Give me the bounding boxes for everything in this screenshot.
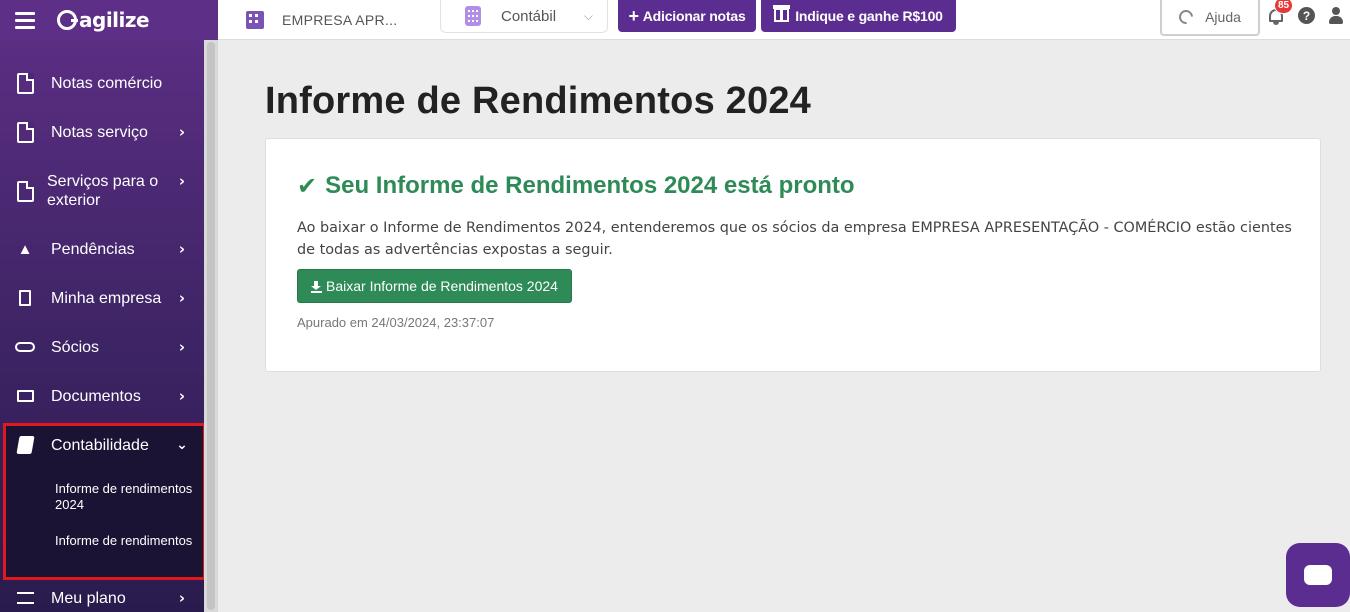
sidebar-item-notas-comercio[interactable]: Notas comércio bbox=[0, 61, 204, 105]
check-icon: ✔ bbox=[297, 172, 318, 200]
download-button[interactable]: Baixar Informe de Rendimentos 2024 bbox=[297, 269, 572, 303]
chevron-right-icon: › bbox=[178, 123, 186, 141]
add-notes-label: Adicionar notas bbox=[642, 8, 746, 24]
sidebar: Notas comércio Notas serviço › Serviços … bbox=[0, 0, 204, 612]
download-label: Baixar Informe de Rendimentos 2024 bbox=[326, 278, 558, 294]
referral-label: Indique e ganhe R$100 bbox=[795, 8, 943, 24]
logo[interactable]: agilize bbox=[57, 8, 150, 32]
book-icon bbox=[15, 434, 35, 456]
sidebar-item-label: Documentos bbox=[51, 387, 141, 405]
document-icon bbox=[15, 180, 35, 202]
sidebar-item-label: Serviços para o exterior bbox=[47, 173, 159, 209]
topbar: EMPRESA APR... Contábil ⌵ + Adicionar no… bbox=[218, 0, 1350, 40]
logo-mark-icon bbox=[57, 10, 78, 30]
sidebar-item-label: Minha empresa bbox=[51, 289, 162, 307]
help-label: Ajuda bbox=[1205, 9, 1241, 25]
sidebar-item-pendencias[interactable]: ▲ Pendências › bbox=[0, 227, 204, 271]
chevron-down-icon: ⌄ bbox=[176, 437, 188, 453]
folder-open-icon bbox=[15, 385, 35, 407]
sidebar-subitem-informe[interactable]: Informe de rendimentos bbox=[55, 533, 195, 549]
warning-icon: ▲ bbox=[17, 240, 33, 258]
company-name: EMPRESA APR... bbox=[282, 12, 398, 28]
company-selector[interactable]: EMPRESA APR... bbox=[246, 7, 397, 33]
sidebar-item-label: Sócios bbox=[51, 338, 100, 356]
scrollbar-thumb[interactable] bbox=[207, 42, 215, 610]
chat-button[interactable] bbox=[1286, 543, 1350, 607]
calculator-icon bbox=[465, 6, 481, 26]
sidebar-item-socios[interactable]: Sócios › bbox=[0, 325, 204, 369]
sidebar-item-contabilidade[interactable]: Contabilidade ⌄ bbox=[0, 423, 204, 467]
sliders-icon bbox=[15, 587, 35, 609]
module-select[interactable]: Contábil ⌵ bbox=[440, 0, 608, 33]
sidebar-item-notas-servico[interactable]: Notas serviço › bbox=[0, 110, 204, 154]
chevron-right-icon: › bbox=[178, 589, 186, 607]
sidebar-item-documentos[interactable]: Documentos › bbox=[0, 374, 204, 418]
menu-icon[interactable] bbox=[15, 12, 35, 29]
document-icon bbox=[15, 72, 35, 94]
sidebar-item-servicos-exterior[interactable]: Serviços para o exterior › bbox=[0, 168, 204, 214]
gift-icon bbox=[773, 5, 791, 22]
logo-text: agilize bbox=[79, 8, 150, 32]
sidebar-item-meu-plano[interactable]: Meu plano › bbox=[0, 576, 204, 612]
user-icon[interactable] bbox=[1328, 7, 1344, 25]
referral-button[interactable]: Indique e ganhe R$100 bbox=[761, 0, 956, 32]
add-notes-button[interactable]: + Adicionar notas bbox=[618, 0, 756, 32]
sidebar-item-label: Notas serviço bbox=[51, 123, 148, 141]
sidebar-item-label: Notas comércio bbox=[51, 74, 163, 92]
building-icon bbox=[15, 287, 35, 309]
chevron-right-icon: › bbox=[178, 387, 186, 405]
sidebar-item-label: Contabilidade bbox=[51, 436, 149, 454]
chevron-down-icon: ⌵ bbox=[583, 8, 593, 23]
page-title: Informe de Rendimentos 2024 bbox=[265, 80, 811, 122]
chevron-right-icon: › bbox=[178, 338, 186, 356]
chevron-right-icon: › bbox=[178, 172, 186, 190]
plus-icon: + bbox=[628, 5, 639, 26]
informe-card: ✔ Seu Informe de Rendimentos 2024 está p… bbox=[265, 138, 1321, 372]
document-icon bbox=[15, 121, 35, 143]
chevron-right-icon: › bbox=[178, 289, 186, 307]
handshake-icon bbox=[15, 336, 35, 358]
card-heading-text: Seu Informe de Rendimentos 2024 está pro… bbox=[325, 172, 855, 199]
notification-badge: 85 bbox=[1274, 0, 1294, 14]
help-refresh-icon bbox=[1176, 7, 1196, 27]
download-icon bbox=[311, 281, 323, 293]
question-icon[interactable]: ? bbox=[1298, 7, 1315, 24]
building-icon bbox=[246, 11, 264, 29]
module-select-value: Contábil bbox=[501, 7, 557, 25]
card-description: Ao baixar o Informe de Rendimentos 2024,… bbox=[297, 220, 1292, 258]
sidebar-item-label: Pendências bbox=[51, 240, 135, 258]
logo-bar: agilize bbox=[0, 0, 218, 40]
help-button[interactable]: Ajuda bbox=[1160, 0, 1260, 36]
sidebar-subitem-informe-2024[interactable]: Informe de rendimentos 2024 bbox=[55, 481, 195, 513]
sidebar-item-label: Meu plano bbox=[51, 589, 126, 607]
sidebar-scrollbar[interactable] bbox=[204, 40, 218, 612]
sidebar-item-minha-empresa[interactable]: Minha empresa › bbox=[0, 276, 204, 320]
chevron-right-icon: › bbox=[178, 240, 186, 258]
calculated-date: Apurado em 24/03/2024, 23:37:07 bbox=[297, 315, 495, 330]
card-heading: ✔ Seu Informe de Rendimentos 2024 está p… bbox=[297, 172, 855, 200]
